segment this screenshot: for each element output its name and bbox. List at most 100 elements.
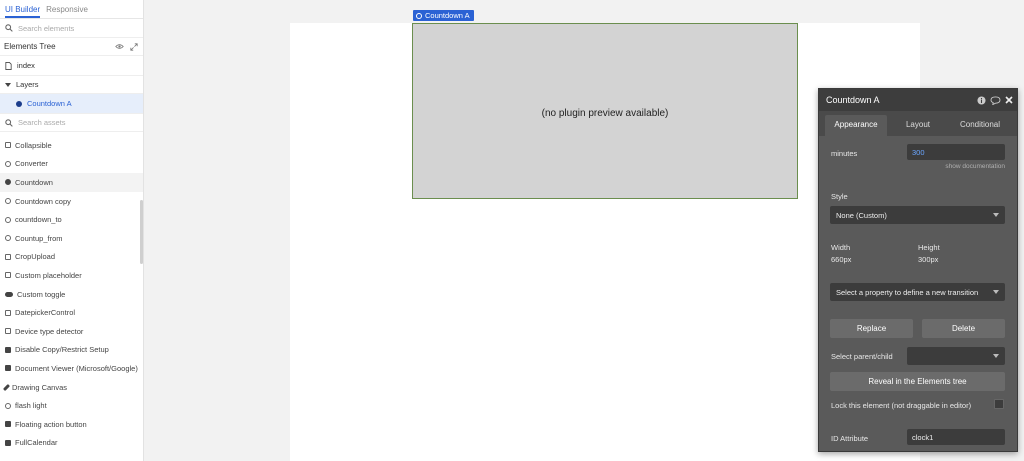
asset-label: Document Viewer (Microsoft/Google) — [15, 363, 138, 373]
chevron-down-icon — [993, 354, 999, 358]
preview-text: (no plugin preview available) — [541, 108, 669, 119]
element-tag[interactable]: Countdown A — [413, 10, 474, 21]
panel-tabs: Appearance Layout Conditional — [819, 111, 1017, 136]
caret-down-icon — [5, 82, 11, 87]
tab-layout[interactable]: Layout — [887, 115, 949, 136]
lock-checkbox[interactable] — [994, 399, 1004, 409]
panel-header[interactable]: Countdown A — [819, 89, 1017, 111]
minutes-input[interactable]: 300 — [907, 144, 1005, 160]
show-documentation-link[interactable]: show documentation — [945, 163, 1005, 170]
asset-icon — [5, 421, 11, 428]
asset-label: Custom placeholder — [15, 270, 82, 280]
search-assets-placeholder: Search assets — [18, 118, 66, 127]
asset-custom-placeholder[interactable]: Custom placeholder — [0, 266, 143, 285]
asset-label: Drawing Canvas — [12, 382, 68, 392]
expand-icon[interactable] — [130, 42, 138, 51]
asset-flash-light[interactable]: flash light — [0, 396, 143, 415]
tree-item-layers[interactable]: Layers — [0, 75, 143, 94]
assets-list: Collapsible Converter Countdown Countdow… — [0, 132, 143, 452]
asset-label: Countdown — [15, 177, 53, 187]
style-select[interactable]: None (Custom) — [830, 206, 1005, 224]
asset-label: CropUpload — [15, 252, 56, 262]
asset-label: Converter — [15, 159, 48, 169]
asset-label: Floating action button — [15, 419, 87, 429]
style-label: Style — [831, 192, 848, 201]
search-assets-input[interactable]: Search assets — [0, 113, 143, 132]
lock-label: Lock this element (not draggable in edit… — [831, 401, 972, 410]
parent-child-select[interactable] — [907, 347, 1005, 365]
assets-scrollbar[interactable] — [140, 200, 143, 264]
asset-cropupload[interactable]: CropUpload — [0, 248, 143, 267]
asset-icon — [5, 328, 11, 335]
asset-fullcalendar[interactable]: FullCalendar — [0, 434, 143, 453]
chevron-down-icon — [993, 213, 999, 217]
tab-conditional[interactable]: Conditional — [949, 115, 1011, 136]
style-value: None (Custom) — [836, 210, 887, 220]
search-elements-placeholder: Search elements — [18, 23, 75, 33]
asset-label: DatepickerControl — [15, 308, 76, 318]
element-circle-icon — [416, 12, 422, 19]
asset-device-type-detector[interactable]: Device type detector — [0, 322, 143, 341]
asset-custom-toggle[interactable]: Custom toggle — [0, 285, 143, 304]
asset-icon — [5, 402, 11, 409]
asset-label: Device type detector — [15, 326, 84, 336]
property-editor: Countdown A Appearance Layout Conditiona… — [818, 88, 1018, 452]
transition-select[interactable]: Select a property to define a new transi… — [830, 283, 1005, 301]
tree-item-index[interactable]: index — [0, 56, 143, 75]
id-attribute-input[interactable]: clock1 — [907, 429, 1005, 445]
left-sidebar: UI Builder Responsive Search elements El… — [0, 0, 144, 461]
eye-icon[interactable] — [115, 43, 124, 50]
countdown-element[interactable]: (no plugin preview available) — [412, 23, 798, 199]
comment-icon[interactable] — [990, 95, 1001, 105]
asset-countdown[interactable]: Countdown — [0, 173, 143, 192]
tab-ui-builder[interactable]: UI Builder — [5, 5, 41, 18]
tree-item-countdown-a[interactable]: Countdown A — [0, 94, 143, 113]
asset-datepickercontrol[interactable]: DatepickerControl — [0, 303, 143, 322]
asset-label: Disable Copy/Restrict Setup — [15, 345, 109, 355]
search-elements-input[interactable]: Search elements — [0, 19, 143, 38]
pencil-icon — [2, 383, 11, 391]
asset-converter[interactable]: Converter — [0, 155, 143, 174]
asset-icon — [5, 309, 11, 316]
asset-icon — [5, 142, 11, 149]
page-icon — [5, 61, 12, 70]
asset-label: Collapsible — [15, 140, 52, 150]
asset-icon — [5, 198, 11, 205]
delete-button[interactable]: Delete — [922, 319, 1005, 338]
asset-icon — [5, 365, 11, 372]
page-name: index — [17, 61, 35, 70]
layers-label: Layers — [16, 80, 39, 89]
close-icon[interactable] — [1005, 96, 1013, 104]
elements-tree-title: Elements Tree — [4, 42, 56, 51]
tab-appearance[interactable]: Appearance — [825, 115, 887, 136]
asset-document-viewer[interactable]: Document Viewer (Microsoft/Google) — [0, 359, 143, 378]
asset-collapsible[interactable]: Collapsible — [0, 136, 143, 155]
asset-drawing-canvas[interactable]: Drawing Canvas — [0, 378, 143, 397]
asset-label: countdown_to — [15, 215, 62, 225]
info-icon[interactable] — [977, 95, 986, 105]
asset-icon — [5, 291, 13, 297]
reveal-in-tree-button[interactable]: Reveal in the Elements tree — [830, 372, 1005, 391]
asset-icon — [5, 235, 11, 242]
asset-label: Countup_from — [15, 233, 63, 243]
asset-icon — [5, 253, 11, 260]
search-icon — [5, 118, 13, 127]
tab-responsive[interactable]: Responsive — [46, 5, 88, 18]
height-label: Height — [918, 243, 940, 252]
asset-icon — [5, 216, 11, 223]
asset-countup-from[interactable]: Countup_from — [0, 229, 143, 248]
asset-icon — [5, 272, 11, 279]
asset-label: flash light — [15, 401, 47, 411]
search-icon — [5, 24, 13, 32]
asset-label: Custom toggle — [17, 289, 66, 299]
replace-button[interactable]: Replace — [830, 319, 913, 338]
asset-countdown-to[interactable]: countdown_to — [0, 210, 143, 229]
asset-countdown-copy[interactable]: Countdown copy — [0, 192, 143, 211]
sidebar-tabs: UI Builder Responsive — [0, 0, 143, 19]
panel-body: minutes 300 show documentation Style Non… — [819, 136, 1017, 451]
asset-floating-action-button[interactable]: Floating action button — [0, 415, 143, 434]
asset-disable-copy[interactable]: Disable Copy/Restrict Setup — [0, 341, 143, 360]
height-value: 300px — [918, 255, 939, 264]
panel-title: Countdown A — [826, 95, 880, 105]
element-tag-label: Countdown A — [425, 11, 470, 20]
